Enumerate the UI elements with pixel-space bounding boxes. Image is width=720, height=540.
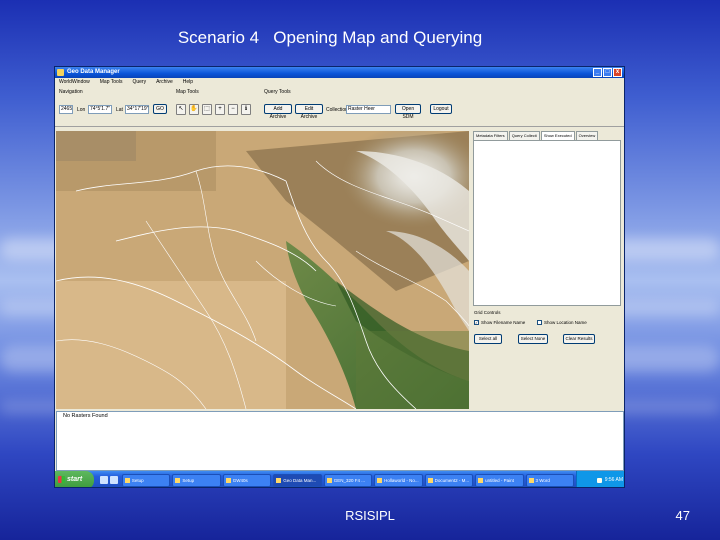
select-none-button[interactable]: Select None: [518, 334, 548, 344]
select-all-button[interactable]: Select all: [474, 334, 502, 344]
lat-input[interactable]: 34°17'19": [125, 105, 149, 114]
zoom-out-icon[interactable]: −: [228, 104, 238, 115]
lat-label: Lat: [116, 107, 123, 113]
pointer-icon[interactable]: ↖: [176, 104, 186, 115]
menu-help[interactable]: Help: [183, 78, 193, 87]
show-filename-label: Show Filename Name: [481, 320, 526, 325]
show-location-checkbox[interactable]: Show Location Name: [537, 320, 587, 325]
logout-button[interactable]: Logout: [430, 104, 452, 114]
tab-overview[interactable]: Overview: [575, 131, 599, 140]
minimize-button[interactable]: _: [593, 68, 602, 77]
collection-select[interactable]: Raster Heer: [346, 105, 391, 114]
results-list[interactable]: [473, 140, 621, 306]
menu-worldwindow[interactable]: WorldWindow: [59, 78, 90, 87]
window-titlebar: Geo Data Manager _ □ x: [55, 67, 624, 78]
window-title: Geo Data Manager: [67, 69, 120, 75]
query-tools-label: Query Tools: [264, 89, 291, 95]
start-label: start: [67, 476, 83, 483]
tab-metadata-filters[interactable]: Metadata Filters: [473, 131, 508, 140]
edit-archive-button[interactable]: Edit Archive: [295, 104, 323, 120]
show-location-label: Show Location Name: [544, 320, 587, 325]
close-button[interactable]: x: [613, 68, 622, 77]
menu-bar: WorldWindow Map Tools Query Archive Help: [55, 78, 624, 87]
taskbar-item[interactable]: untitled - Paint: [475, 473, 524, 487]
taskbar-item[interactable]: GW40s: [222, 473, 272, 487]
collection-label: Collection: [326, 107, 348, 113]
start-button[interactable]: start: [55, 471, 94, 487]
add-archive-button[interactable]: Add Archive: [264, 104, 292, 120]
taskbar-item[interactable]: Hollaworld - No...: [374, 473, 423, 487]
browser-icon[interactable]: [99, 476, 108, 484]
app-screenshot: Geo Data Manager _ □ x WorldWindow Map T…: [54, 66, 625, 488]
word-icon: [427, 477, 433, 483]
app-window-icon: [326, 477, 332, 483]
clear-results-button[interactable]: Clear Results: [563, 334, 595, 344]
checkbox-checked-icon: ✓: [474, 320, 479, 325]
notepad-icon: [377, 477, 383, 483]
slide-title: Scenario 4 Opening Map and Querying: [177, 28, 483, 47]
taskbar-item[interactable]: Document2 - M...: [424, 473, 474, 487]
taskbar-item[interactable]: Geo Data Man...: [273, 473, 322, 487]
identify-icon[interactable]: ℹ: [241, 104, 251, 115]
desktop-icon[interactable]: [109, 476, 118, 484]
map-view[interactable]: [56, 131, 469, 409]
zoom-icon[interactable]: +: [215, 104, 225, 115]
menu-archive[interactable]: Archive: [156, 78, 173, 87]
hand-icon[interactable]: ✋: [189, 104, 199, 115]
zoom-select[interactable]: 2465: [59, 105, 73, 114]
right-panel: Metadata Filters Query Collecti Show Exe…: [471, 131, 624, 409]
folder-icon: [225, 477, 231, 483]
taskbar-item[interactable]: Setup: [172, 473, 221, 487]
toolbar-area: Navigation 2465 Lon 74°5'1.7" Lat 34°17'…: [55, 87, 624, 127]
clock: 9:56 AM: [604, 477, 624, 483]
map-tools-label: Map Tools: [176, 89, 199, 95]
go-button[interactable]: GO: [153, 104, 167, 114]
select-icon[interactable]: ⬚: [202, 104, 212, 115]
show-filename-checkbox[interactable]: ✓ Show Filename Name: [474, 320, 525, 325]
taskbar-item[interactable]: 3 Word: [525, 473, 574, 487]
folder-icon: [175, 477, 181, 483]
folder-icon: [124, 477, 130, 483]
word-icon: [528, 477, 534, 483]
taskbar-item[interactable]: Setup: [121, 473, 171, 487]
tray-icon[interactable]: [596, 477, 602, 483]
quick-launch: [99, 476, 118, 484]
windows-flag-icon: [58, 476, 65, 483]
menu-map-tools[interactable]: Map Tools: [100, 78, 123, 87]
status-message: No Rasters Found: [63, 413, 108, 419]
footer-text: RSISIPL: [345, 508, 395, 523]
navigation-label: Navigation: [59, 89, 83, 95]
tab-query-collection[interactable]: Query Collecti: [508, 131, 540, 140]
lon-label: Lon: [77, 107, 86, 113]
maximize-button[interactable]: □: [603, 68, 612, 77]
tab-show-executed[interactable]: Show Executed: [540, 131, 575, 140]
checkbox-unchecked-icon: [537, 320, 542, 325]
menu-query[interactable]: Query: [132, 78, 146, 87]
open-sdm-button[interactable]: Open SDM: [395, 104, 421, 120]
paint-icon: [478, 477, 484, 483]
taskbar: start Setup Setup GW40s Geo Data Man... …: [55, 471, 624, 487]
terrain-map-image: [56, 131, 469, 409]
status-area: No Rasters Found: [56, 411, 624, 471]
taskbar-item[interactable]: GEN_320 F4 ...: [323, 473, 373, 487]
page-number: 47: [675, 508, 690, 523]
app-window-icon: [276, 477, 282, 483]
lon-input[interactable]: 74°5'1.7": [88, 105, 112, 114]
grid-controls-label: Grid Controls: [474, 310, 501, 315]
system-tray: 9:56 AM: [575, 471, 624, 487]
app-icon: [57, 69, 64, 76]
